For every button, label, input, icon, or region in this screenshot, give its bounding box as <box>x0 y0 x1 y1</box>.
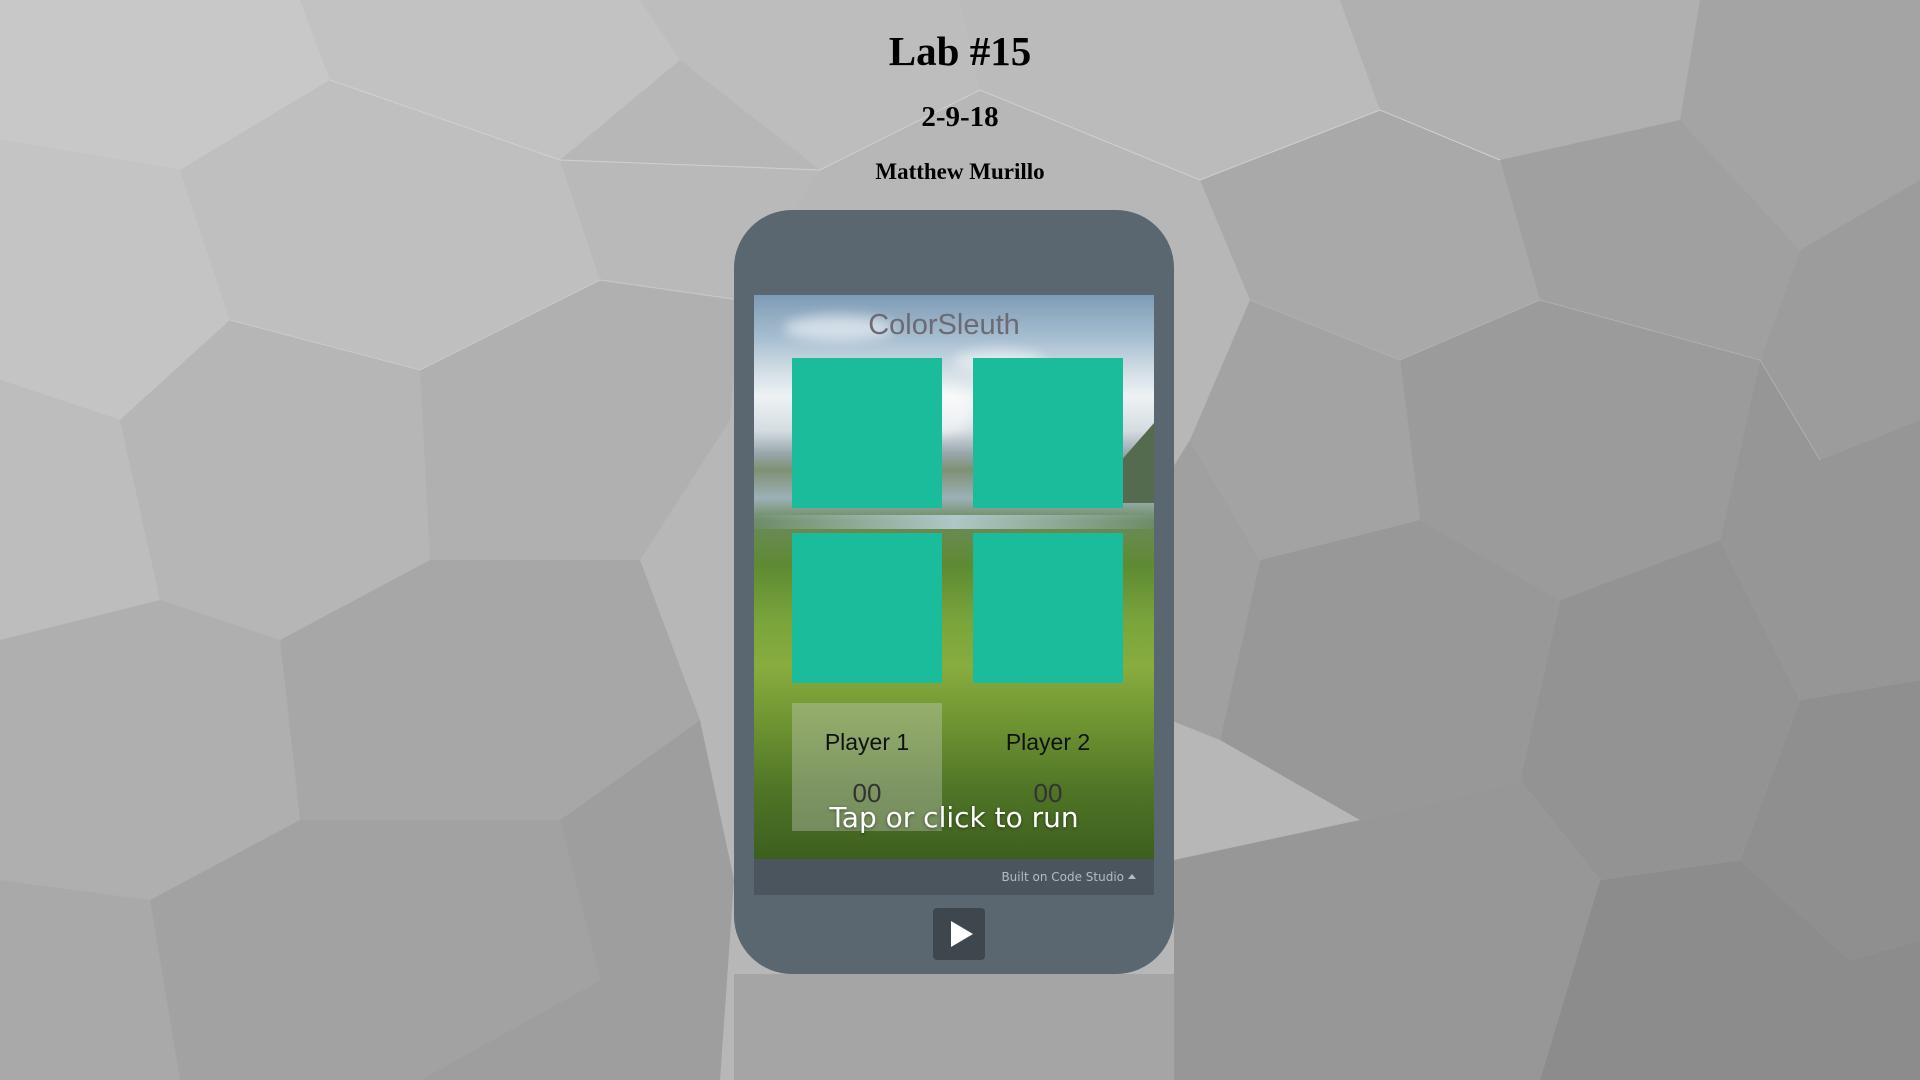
player2-label: Player 2 <box>1005 729 1091 755</box>
built-on-label: Built on Code Studio <box>1001 870 1124 884</box>
caret-up-icon <box>1128 874 1136 879</box>
color-tile-3[interactable] <box>792 533 942 683</box>
page-date: 2-9-18 <box>921 101 999 133</box>
play-icon <box>951 921 973 947</box>
player1-label: Player 1 <box>824 729 910 755</box>
play-button[interactable] <box>933 908 985 960</box>
tap-to-run-overlay[interactable]: Tap or click to run <box>754 800 1154 836</box>
page-author: Matthew Murillo <box>875 159 1045 184</box>
color-tile-1[interactable] <box>792 358 942 508</box>
color-tile-2[interactable] <box>973 358 1123 508</box>
code-studio-footer: Built on Code Studio <box>754 859 1154 895</box>
built-on-code-studio-link[interactable]: Built on Code Studio <box>1001 869 1136 885</box>
app-screen[interactable]: ColorSleuth Player 1 00 Player 2 00 Tap … <box>754 295 1154 859</box>
lake-decoration <box>754 515 1154 529</box>
color-tile-4[interactable] <box>973 533 1123 683</box>
page-title: Lab #15 <box>888 28 1032 74</box>
app-title: ColorSleuth <box>868 309 1020 341</box>
phone-frame: ColorSleuth Player 1 00 Player 2 00 Tap … <box>734 210 1174 974</box>
